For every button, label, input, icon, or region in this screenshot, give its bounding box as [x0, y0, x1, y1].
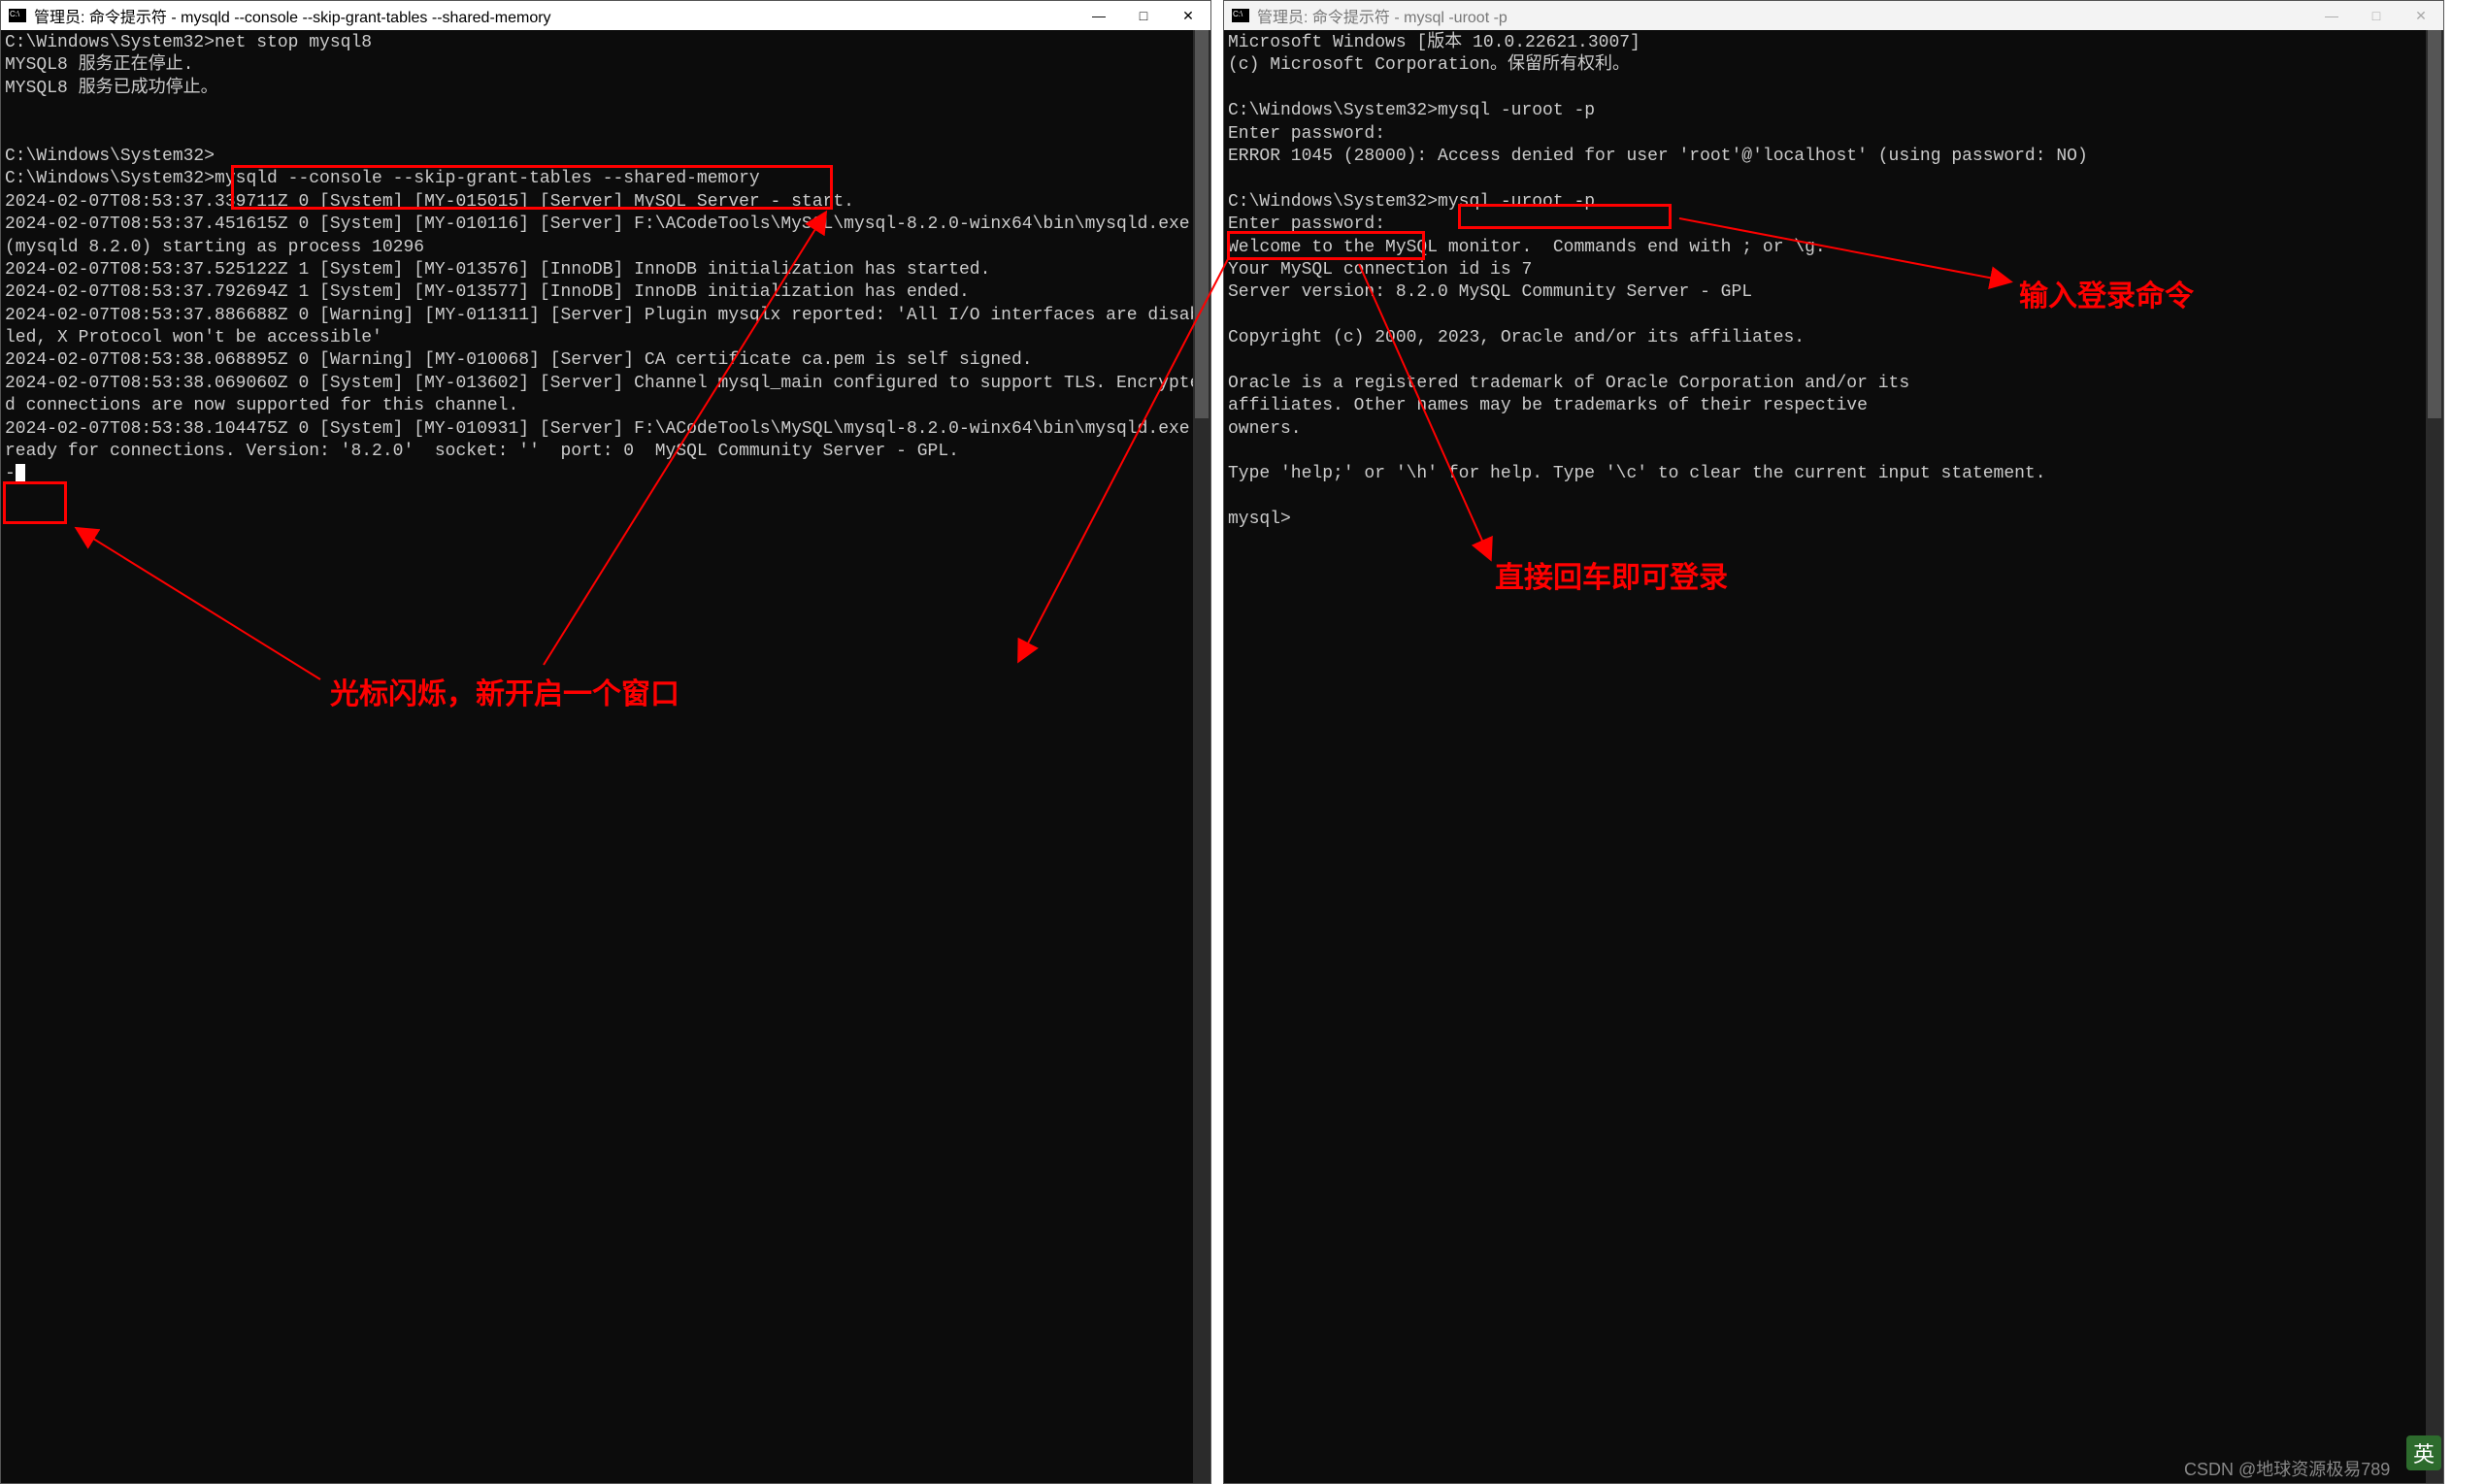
terminal-output-left[interactable]: C:\Windows\System32>net stop mysql8 MYSQ…: [1, 30, 1210, 1483]
window-title-right: 管理员: 命令提示符 - mysql -uroot -p: [1257, 4, 2309, 27]
minimize-button[interactable]: —: [1077, 1, 1121, 30]
cmd-icon: [9, 9, 26, 22]
titlebar-right[interactable]: 管理员: 命令提示符 - mysql -uroot -p — □ ✕: [1224, 1, 2443, 30]
annotation-enter: 直接回车即可登录: [1495, 553, 1728, 596]
window-title-left: 管理员: 命令提示符 - mysqld --console --skip-gra…: [34, 4, 1077, 27]
ime-badge[interactable]: 英: [2406, 1435, 2441, 1470]
minimize-button[interactable]: —: [2309, 1, 2354, 30]
cmd-window-right: 管理员: 命令提示符 - mysql -uroot -p — □ ✕ Micro…: [1223, 0, 2444, 1484]
close-button[interactable]: ✕: [2399, 1, 2443, 30]
terminal-output-right[interactable]: Microsoft Windows [版本 10.0.22621.3007] (…: [1224, 30, 2443, 1483]
titlebar-left[interactable]: 管理员: 命令提示符 - mysqld --console --skip-gra…: [1, 1, 1210, 30]
scrollbar-thumb-right[interactable]: [2428, 30, 2441, 418]
scrollbar-right[interactable]: [2426, 30, 2443, 1483]
watermark: CSDN @地球资源极易789: [2184, 1456, 2390, 1481]
text-cursor: [16, 464, 25, 483]
scrollbar-thumb-left[interactable]: [1195, 30, 1209, 418]
annotation-login-cmd: 输入登录命令: [2019, 272, 2194, 314]
window-controls-right: — □ ✕: [2309, 1, 2443, 30]
ime-label: 英: [2413, 1437, 2435, 1468]
scrollbar-left[interactable]: [1193, 30, 1210, 1483]
annotation-cursor: 光标闪烁，新开启一个窗口: [330, 670, 679, 712]
cmd-window-left: 管理员: 命令提示符 - mysqld --console --skip-gra…: [0, 0, 1211, 1484]
close-button[interactable]: ✕: [1166, 1, 1210, 30]
cmd-icon: [1232, 9, 1249, 22]
window-controls-left: — □ ✕: [1077, 1, 1210, 30]
maximize-button[interactable]: □: [1121, 1, 1166, 30]
maximize-button[interactable]: □: [2354, 1, 2399, 30]
